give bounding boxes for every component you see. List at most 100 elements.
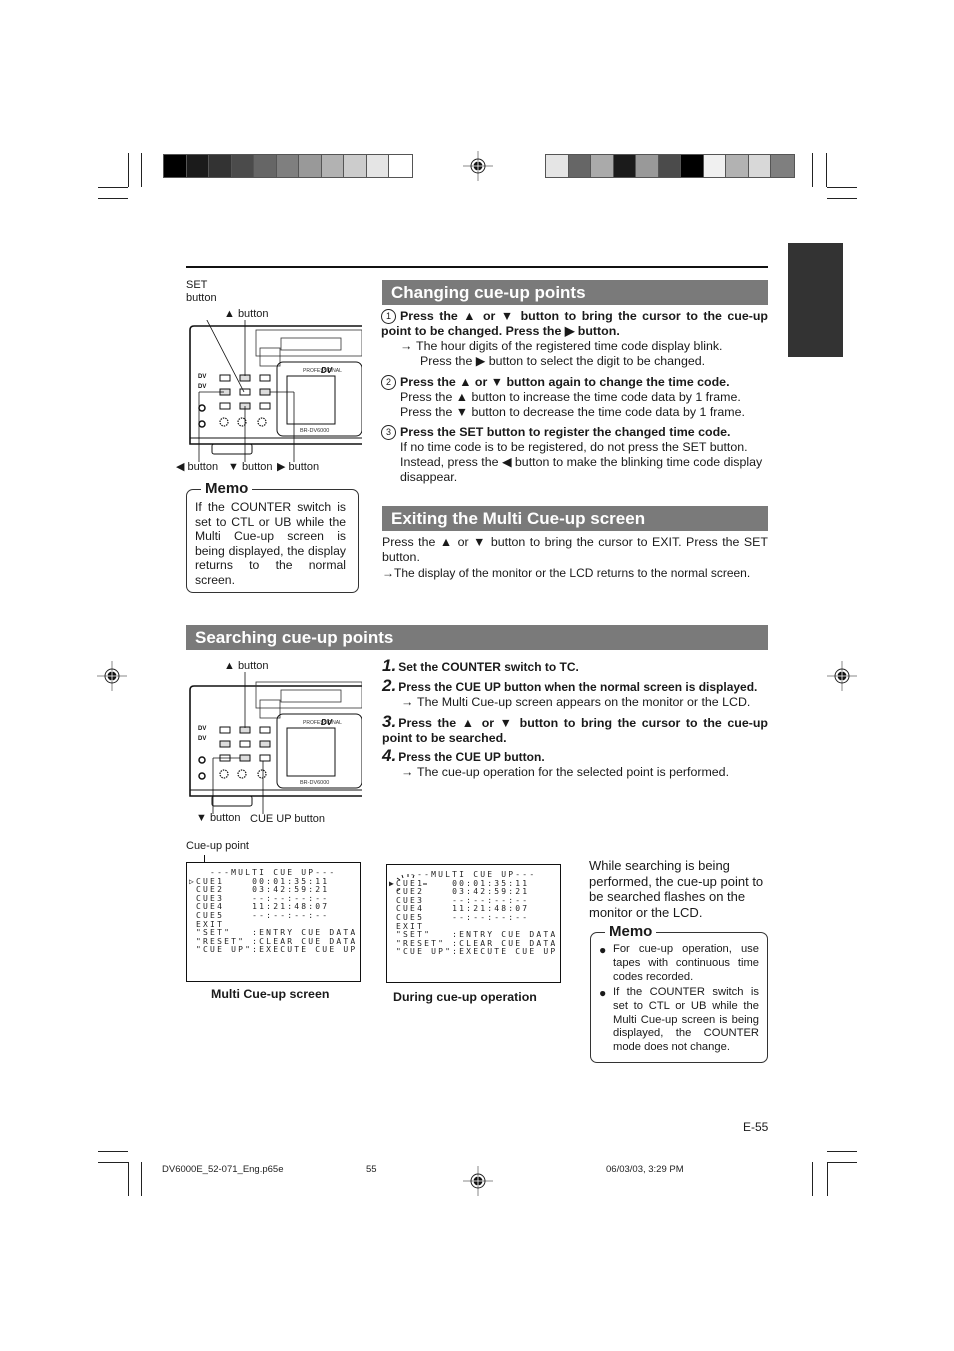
screen-row: "CUE UP":EXECUTE CUE UP [189,945,358,955]
memo-title: Memo [605,923,657,941]
changing-step-1: 1 Press the ▲ or ▼ button to bring the cu… [381,309,768,368]
arrow-right-icon: → [400,339,413,353]
color-swatch [389,155,412,177]
registration-mark-icon [463,151,493,181]
down-button-label: ▼ button [196,812,241,824]
crop-mark [98,187,128,188]
registration-mark-icon [97,661,127,691]
color-swatch [703,155,726,177]
right-button-label: ▶ button [277,461,320,473]
memo-box: Memo ● For cue-up operation, use tapes w… [590,923,768,1063]
svg-text:DV: DV [321,718,333,727]
page-number: E-55 [743,1120,769,1134]
color-swatch [209,155,232,177]
multi-cueup-screen: ▷ ---MULTI CUE UP--- CUE1 00:01:35:11 CU… [186,862,361,982]
searching-side-text: While searching is being performed, the … [589,858,764,920]
color-swatch [254,155,277,177]
color-swatch [658,155,681,177]
chapter-tab [788,243,843,357]
section-title-changing: Changing cue-up points [382,280,768,305]
during-cueup-screen: ▶ ---MULTI CUE UP--- CUE1 00:01:35:11 CU… [386,864,561,983]
registration-mark-icon [827,661,857,691]
crop-mark [827,1162,857,1163]
color-swatch [636,155,659,177]
device-front-panel: PROFESSIONAL DV BR-DV6000 DV DV [189,672,362,814]
svg-text:DV: DV [198,374,206,380]
color-swatch [299,155,322,177]
color-swatch [771,155,794,177]
crop-mark [128,153,129,187]
crop-mark [827,1151,857,1152]
search-step-2: 2. Press the CUE UP button when the norma… [382,676,758,709]
memo-bullet: ● For cue-up operation, use tapes with c… [599,943,759,983]
step-marker: 2 [381,375,396,390]
screen-row: "CUE UP":EXECUTE CUE UP [389,947,558,957]
crop-mark [827,198,857,199]
color-swatch [591,155,614,177]
footer-file: DV6000E_52-071_Eng.p65e [162,1164,284,1175]
crop-mark [98,198,128,199]
left-button-label: ◀ button [176,461,219,473]
step-marker: 1 [381,309,396,324]
cursor-icon: ▷ [189,877,194,886]
changing-step-3: 3 Press the SET button to register the ch… [381,425,768,485]
memo-bullet: ● If the COUNTER switch is set to CTL or… [599,986,759,1054]
color-swatch [344,155,367,177]
crop-mark [98,1162,128,1163]
crop-mark [141,1162,142,1196]
down-button-label: ▼ button [228,461,273,473]
flash-indicator-icon [396,874,427,892]
search-step-3: 3. Press the ▲ or ▼ button to bring the c… [382,712,768,745]
color-swatch [568,155,591,177]
changing-step-2: 2 Press the ▲ or ▼ button again to change… [381,375,768,420]
exiting-result: →The display of the monitor or the LCD r… [382,566,751,580]
svg-text:DV: DV [198,384,206,390]
color-swatch [748,155,771,177]
memo-text: If the COUNTER switch is set to CTL or U… [195,500,346,587]
section-title-exiting: Exiting the Multi Cue-up screen [382,506,768,531]
svg-text:BR-DV6000: BR-DV6000 [300,780,329,786]
bullet-icon: ● [599,943,607,957]
color-swatch [546,155,569,177]
exiting-text: Press the ▲ or ▼ button to bring the cur… [382,535,768,564]
color-swatch [276,155,299,177]
screen2-caption: During cue-up operation [393,990,537,1004]
color-bar-left [163,154,413,178]
color-swatch [321,155,344,177]
search-step-4: 4. Press the CUE UP button. → The cue-up o… [382,746,730,779]
color-swatch [231,155,254,177]
crop-mark [812,153,813,187]
screen1-caption: Multi Cue-up screen [211,987,330,1001]
memo-box: Memo If the COUNTER switch is set to CTL… [186,480,359,593]
footer-date: 06/03/03, 3:29 PM [606,1164,684,1175]
crop-mark [827,1162,828,1196]
color-swatch [726,155,749,177]
step-marker: 3 [381,425,396,440]
svg-text:DV: DV [198,726,206,732]
cueup-button-label: CUE UP button [250,813,326,825]
section-title-searching: Searching cue-up points [186,625,768,650]
header-rule [186,266,768,268]
registration-mark-icon [463,1166,493,1196]
svg-text:BR-DV6000: BR-DV6000 [300,428,329,434]
memo-title: Memo [201,480,253,498]
bullet-icon: ● [599,986,607,1000]
set-button-label: SET button [186,279,217,304]
crop-mark [812,1162,813,1196]
color-swatch [613,155,636,177]
svg-text:DV: DV [321,366,333,375]
color-swatch [366,155,389,177]
crop-mark [827,187,857,188]
footer-page: 55 [366,1164,377,1175]
arrow-right-icon: → [382,566,394,580]
arrow-right-icon: → [401,695,414,709]
crop-mark [826,153,827,187]
crop-mark [128,1162,129,1196]
color-swatch [164,155,187,177]
crop-mark [98,1151,128,1152]
color-swatch [186,155,209,177]
crop-mark [141,153,142,187]
svg-text:DV: DV [198,736,206,742]
cue-point-label: Cue-up point [186,840,249,852]
color-bar-right [545,154,795,178]
